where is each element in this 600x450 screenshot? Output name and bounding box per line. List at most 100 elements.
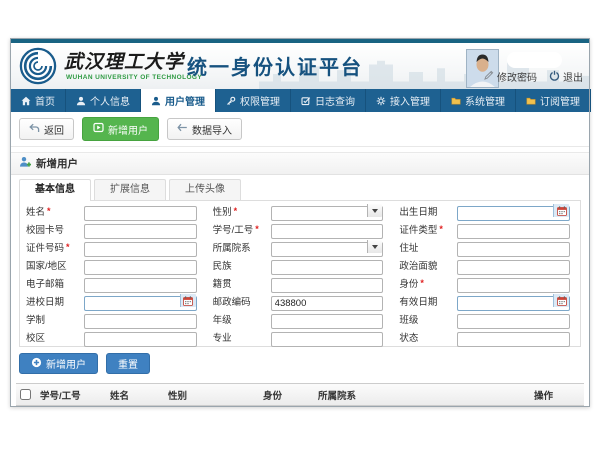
field-label: 身份 <box>399 276 418 290</box>
add-user-icon <box>93 122 104 136</box>
form-field: 所属院系 <box>213 239 388 254</box>
person-icon <box>151 96 161 106</box>
change-password-link[interactable]: 修改密码 <box>484 69 537 84</box>
nav-tab-user-management[interactable]: 用户管理 <box>141 89 216 112</box>
id-type-input[interactable] <box>457 224 570 239</box>
form-tabs: 基本信息 扩展信息 上传头像 <box>11 175 589 200</box>
nav-tab-home[interactable]: 首页 <box>11 89 66 112</box>
required-marker: * <box>255 224 259 234</box>
address-input[interactable] <box>457 242 570 257</box>
back-button[interactable]: 返回 <box>19 118 74 140</box>
field-label: 电子邮箱 <box>26 276 64 290</box>
student-id-input[interactable] <box>271 224 384 239</box>
tab-basic-info[interactable]: 基本信息 <box>19 179 91 201</box>
campus-input[interactable] <box>84 332 197 347</box>
app-window: 武汉理工大学 WUHAN UNIVERSITY OF TECHNOLOGY 统一… <box>10 38 590 407</box>
app-header: 武汉理工大学 WUHAN UNIVERSITY OF TECHNOLOGY 统一… <box>11 43 589 89</box>
form-field: 国家/地区 <box>26 257 201 272</box>
id-number-input[interactable] <box>84 242 197 257</box>
nav-tab-system-management[interactable]: 系统管理 <box>441 89 516 112</box>
country-region-input[interactable] <box>84 260 197 275</box>
form-field: 姓名* <box>26 203 201 218</box>
user-table-header: 学号/工号 姓名 性别 身份 所属院系 操作 <box>16 383 584 406</box>
nav-tab-label: 订阅管理 <box>540 93 580 108</box>
field-label: 民族 <box>213 258 232 272</box>
field-label: 进校日期 <box>26 294 64 308</box>
nav-tab-log-query[interactable]: 日志查询 <box>291 89 366 112</box>
form-actions: 新增用户 重置 <box>11 347 589 379</box>
class-input[interactable] <box>457 314 570 329</box>
status-input[interactable] <box>457 332 570 347</box>
name-input[interactable] <box>84 206 197 221</box>
section-header: 新增用户 <box>11 152 589 175</box>
person-icon <box>76 96 86 106</box>
field-label: 国家/地区 <box>26 258 67 272</box>
field-label: 出生日期 <box>399 204 437 218</box>
school-system-input[interactable] <box>84 314 197 329</box>
log-check-icon <box>301 96 311 106</box>
data-import-button-label: 数据导入 <box>192 122 232 137</box>
field-label: 证件号码 <box>26 240 64 254</box>
nav-tab-permission-management[interactable]: 权限管理 <box>216 89 291 112</box>
submit-add-user-button[interactable]: 新增用户 <box>19 353 98 374</box>
identity-input[interactable] <box>457 278 570 293</box>
field-label: 邮政编码 <box>213 294 251 308</box>
calendar-icon[interactable] <box>553 204 569 217</box>
select-all-checkbox[interactable] <box>20 389 31 400</box>
political-status-input[interactable] <box>457 260 570 275</box>
ethnicity-input[interactable] <box>271 260 384 275</box>
field-label: 校区 <box>26 330 45 344</box>
form-field: 专业 <box>213 329 388 344</box>
required-marker: * <box>439 224 443 234</box>
col-identity: 身份 <box>263 388 318 402</box>
calendar-icon[interactable] <box>553 294 569 307</box>
required-marker: * <box>66 242 70 252</box>
nav-tab-subscription-management[interactable]: 订阅管理 <box>516 89 591 112</box>
nav-tab-label: 个人信息 <box>90 93 130 108</box>
field-label: 学号/工号 <box>213 222 254 236</box>
logout-link[interactable]: 退出 <box>549 69 583 84</box>
logout-label: 退出 <box>563 69 583 84</box>
folder-icon <box>526 96 536 106</box>
major-input[interactable] <box>271 332 384 347</box>
campus-card-input[interactable] <box>84 224 197 239</box>
chevron-down-icon[interactable] <box>367 204 382 217</box>
form-field: 籍贯 <box>213 275 388 290</box>
calendar-icon[interactable] <box>180 294 196 307</box>
required-marker: * <box>420 278 424 288</box>
form-field: 校区 <box>26 329 201 344</box>
change-password-label: 修改密码 <box>497 69 537 84</box>
tab-extended-info[interactable]: 扩展信息 <box>94 179 166 200</box>
home-icon <box>21 96 31 106</box>
field-label: 住址 <box>399 240 418 254</box>
native-place-input[interactable] <box>271 278 384 293</box>
postal-code-input[interactable] <box>271 296 384 311</box>
form-field: 学号/工号* <box>213 221 388 236</box>
reset-button[interactable]: 重置 <box>106 353 150 374</box>
col-name: 姓名 <box>110 388 168 402</box>
data-import-button[interactable]: 数据导入 <box>167 118 242 140</box>
add-user-toolbar-button[interactable]: 新增用户 <box>82 117 159 141</box>
field-label: 状态 <box>399 330 418 344</box>
field-label: 年级 <box>213 312 232 326</box>
nav-tab-access-management[interactable]: 接入管理 <box>366 89 441 112</box>
import-arrow-icon <box>177 123 188 135</box>
nav-tab-label: 日志查询 <box>315 93 355 108</box>
email-input[interactable] <box>84 278 197 293</box>
reset-button-label: 重置 <box>118 356 138 371</box>
grade-input[interactable] <box>271 314 384 329</box>
form-field: 证件号码* <box>26 239 201 254</box>
tab-upload-avatar[interactable]: 上传头像 <box>169 179 241 200</box>
field-label: 校园卡号 <box>26 222 64 236</box>
field-label: 性别 <box>213 204 232 218</box>
chevron-down-icon[interactable] <box>367 240 382 253</box>
field-label: 班级 <box>399 312 418 326</box>
form-field: 证件类型* <box>399 221 574 236</box>
nav-tab-personal-info[interactable]: 个人信息 <box>66 89 141 112</box>
col-actions: 操作 <box>534 388 580 402</box>
nav-tab-label: 接入管理 <box>390 93 430 108</box>
form-field: 校园卡号 <box>26 221 201 236</box>
field-label: 政治面貌 <box>399 258 437 272</box>
form-field: 电子邮箱 <box>26 275 201 290</box>
field-label: 有效日期 <box>399 294 437 308</box>
